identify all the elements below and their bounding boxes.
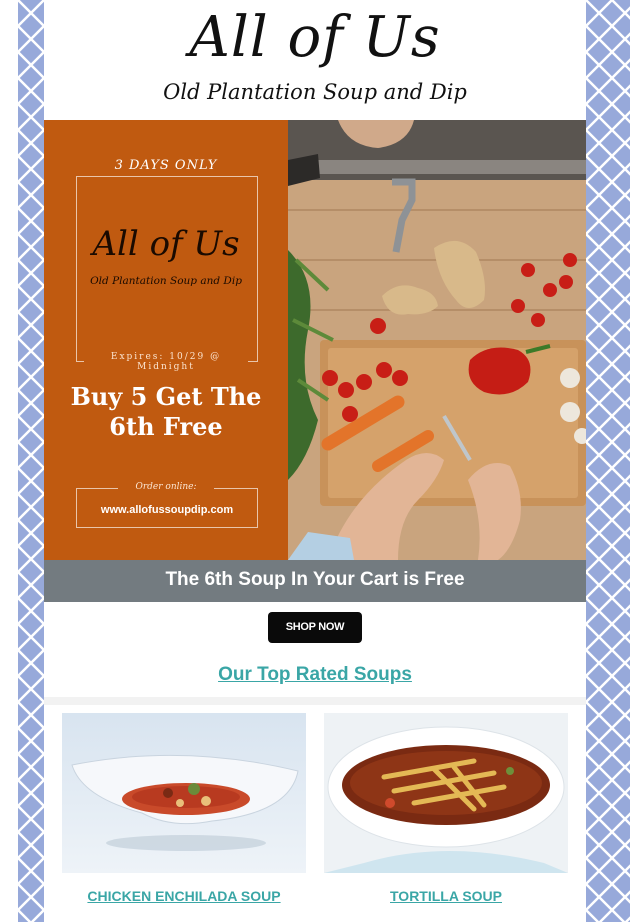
promo-brand-subtitle: Old Plantation Soup and Dip xyxy=(90,275,242,287)
order-online-link[interactable]: www.allofussoupdip.com xyxy=(76,504,258,516)
promo-duration: 3 DAYS ONLY xyxy=(100,158,232,173)
promo-panel: 3 DAYS ONLY All of Us Old Plantation Sou… xyxy=(44,120,288,560)
shop-now-button[interactable]: SHOP NOW xyxy=(268,612,362,643)
promo-expiry: Expires: 10/29 @ Midnight xyxy=(84,352,248,372)
free-soup-banner: The 6th Soup In Your Cart is Free xyxy=(44,560,586,602)
free-soup-text: The 6th Soup In Your Cart is Free xyxy=(165,569,465,590)
email-body: All of Us Old Plantation Soup and Dip 3 … xyxy=(44,0,586,922)
promo-offer-headline: Buy 5 Get The 6th Free xyxy=(70,382,262,441)
product-link-chicken-enchilada[interactable]: CHICKEN ENCHILADA SOUP xyxy=(62,888,306,904)
product-link-tortilla[interactable]: TORTILLA SOUP xyxy=(324,888,568,904)
top-rated-soups-link[interactable]: Our Top Rated Soups xyxy=(44,664,586,686)
hero-banner[interactable]: 3 DAYS ONLY All of Us Old Plantation Sou… xyxy=(44,120,586,560)
product-image-chicken-enchilada[interactable] xyxy=(62,713,306,873)
section-divider xyxy=(44,697,586,705)
brand-logo-subtitle: Old Plantation Soup and Dip xyxy=(163,80,467,104)
page-margin xyxy=(0,0,18,922)
product-image-tortilla[interactable] xyxy=(324,713,568,873)
left-pattern-border xyxy=(18,0,44,922)
promo-brand-title: All of Us xyxy=(92,224,240,264)
order-online-label: Order online: xyxy=(118,482,214,492)
brand-logo-title[interactable]: All of Us xyxy=(44,6,586,70)
promo-frame xyxy=(76,176,258,362)
cooking-photo xyxy=(288,120,586,560)
email-header: All of Us Old Plantation Soup and Dip xyxy=(44,0,586,120)
right-pattern-border xyxy=(586,0,630,922)
